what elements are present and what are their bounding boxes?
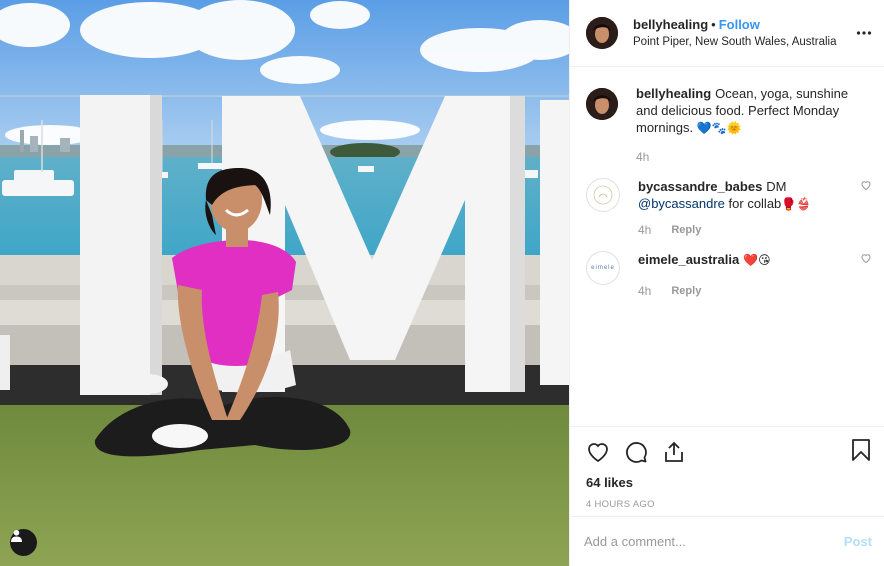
caption-avatar[interactable] (586, 88, 618, 120)
caption-emojis: 💙🐾🌞 (696, 121, 742, 135)
comment-item: bycassandre_babes DM @bycassandre for col… (586, 178, 871, 239)
caption-time[interactable]: 4h (636, 149, 649, 166)
reply-button[interactable]: Reply (671, 283, 701, 300)
comment-emojis: ❤️😘 (743, 253, 771, 267)
post-photo[interactable] (0, 0, 569, 566)
commenter-logo-text: eimele (591, 265, 615, 271)
avatar-image (586, 17, 618, 49)
share-button[interactable] (662, 440, 686, 464)
comments-list: bellyhealing Ocean, yoga, sunshine and de… (570, 67, 884, 426)
add-comment-bar: Post (570, 516, 884, 566)
commenter-avatar[interactable] (586, 178, 620, 212)
comment-like-button[interactable] (860, 179, 872, 194)
header-separator: • (711, 16, 716, 32)
more-options-button[interactable] (856, 25, 872, 44)
post-sidebar: bellyhealing • Follow Point Piper, New Sou… (569, 0, 884, 566)
comment-button[interactable] (624, 440, 648, 464)
comment-username[interactable]: bycassandre_babes (638, 179, 762, 194)
author-avatar[interactable] (586, 17, 618, 49)
comment-input[interactable] (584, 534, 824, 549)
commenter-avatar[interactable]: eimele (586, 251, 620, 285)
comment-like-button[interactable] (860, 252, 872, 267)
share-icon (665, 441, 683, 462)
post-comment-button[interactable]: Post (844, 534, 872, 549)
comment-mention[interactable]: @bycassandre (638, 196, 725, 211)
comment-item: eimele eimele_australia ❤️😘 4h Reply (586, 251, 871, 300)
comment-emojis: 🥊👙 (781, 197, 812, 211)
comment-username[interactable]: eimele_australia (638, 252, 739, 267)
comment-time[interactable]: 4h (638, 222, 651, 239)
avatar-image (586, 88, 618, 120)
heart-icon (861, 254, 871, 264)
comment-text-before: DM (766, 179, 787, 194)
comment-bubble-icon (626, 442, 647, 463)
follow-button[interactable]: Follow (719, 17, 760, 32)
user-tag-button[interactable] (10, 529, 37, 556)
user-tag-icon (11, 530, 22, 542)
more-options-icon (856, 31, 872, 35)
post-header: bellyhealing • Follow Point Piper, New Sou… (570, 0, 884, 67)
comment-text-after: for collab (728, 196, 782, 211)
likes-count[interactable]: 64 likes (586, 475, 868, 490)
caption: bellyhealing Ocean, yoga, sunshine and de… (586, 85, 868, 166)
post-location[interactable]: Point Piper, New South Wales, Australia (633, 34, 836, 50)
comment-time[interactable]: 4h (638, 283, 651, 300)
save-button[interactable] (850, 438, 872, 465)
reply-button[interactable]: Reply (671, 222, 701, 239)
author-username[interactable]: bellyhealing (633, 17, 708, 32)
caption-username[interactable]: bellyhealing (636, 86, 711, 101)
post-actions: 64 likes 4 HOURS AGO (570, 426, 884, 516)
heart-icon (861, 181, 871, 191)
photo-illustration (0, 0, 569, 566)
post-viewer: bellyhealing • Follow Point Piper, New Sou… (0, 0, 884, 566)
bookmark-icon (852, 439, 870, 461)
like-button[interactable] (586, 440, 610, 464)
post-timestamp[interactable]: 4 HOURS AGO (586, 499, 868, 510)
heart-icon (588, 443, 608, 463)
brand-logo-icon (593, 185, 613, 205)
